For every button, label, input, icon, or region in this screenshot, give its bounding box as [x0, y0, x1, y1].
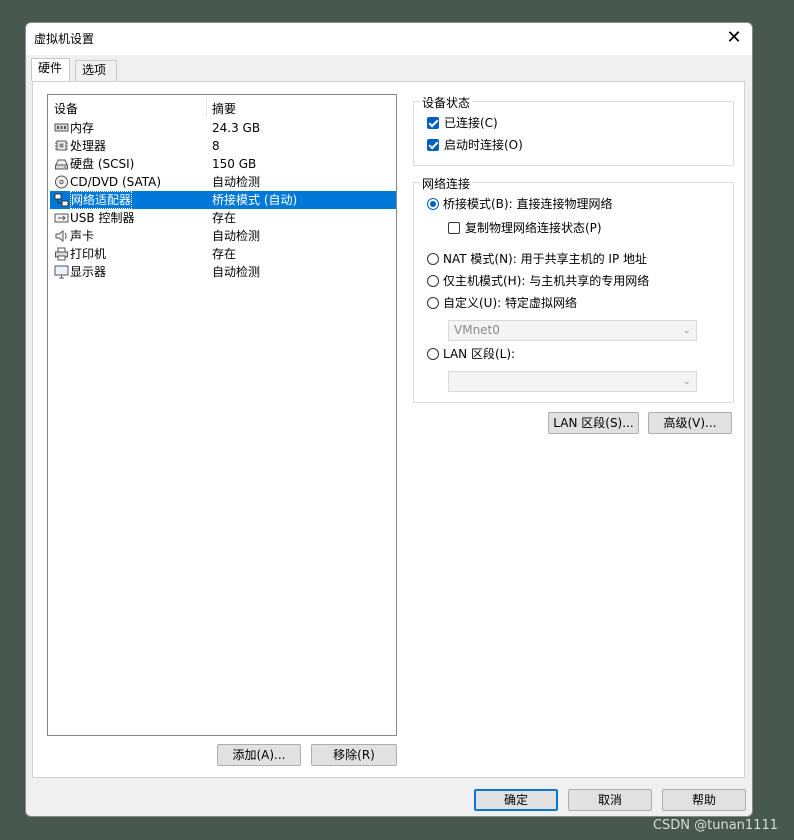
device-summary: 桥接模式 (自动) [212, 193, 298, 207]
vm-settings-dialog: 虚拟机设置 ✕ 硬件 选项 设备 摘要 内存 24.3 GB 处理器 8 硬盘 (SCS… [25, 22, 753, 817]
lan-segment-radio-dot [427, 348, 439, 360]
memory-icon [54, 121, 69, 135]
custom-network-value: VMnet0 [454, 323, 500, 337]
tab-hardware[interactable]: 硬件 [31, 58, 70, 81]
device-row[interactable]: 内存 24.3 GB [50, 119, 396, 137]
device-row[interactable]: 硬盘 (SCSI) 150 GB [50, 155, 396, 173]
device-list-header: 设备 摘要 [48, 95, 396, 117]
add-device-button[interactable]: 添加(A)... [217, 744, 301, 766]
speaker-icon [54, 229, 69, 243]
connect-on-power-label: 启动时连接(O) [444, 138, 523, 152]
custom-radio-dot [427, 297, 439, 309]
device-row[interactable]: 打印机 存在 [50, 245, 396, 263]
usb-icon [54, 211, 69, 225]
tab-options[interactable]: 选项 [75, 60, 117, 81]
chevron-down-icon: ⌄ [682, 376, 691, 387]
device-row[interactable]: 处理器 8 [50, 137, 396, 155]
lan-segment-select[interactable]: ⌄ [448, 371, 697, 392]
hardware-panel: 设备 摘要 内存 24.3 GB 处理器 8 硬盘 (SCSI) 150 GB CD/DVD… [32, 81, 745, 778]
title-bar: 虚拟机设置 ✕ [26, 23, 752, 55]
network-connection-group: 网络连接 桥接模式(B): 直接连接物理网络 复制物理网络连接状态(P) NAT… [413, 175, 734, 403]
device-name: 网络适配器 [70, 191, 133, 209]
connect-on-power-check-icon [427, 139, 439, 151]
window-title: 虚拟机设置 [34, 32, 95, 46]
bridged-label: 桥接模式(B): 直接连接物理网络 [443, 197, 613, 211]
device-summary: 存在 [212, 247, 237, 261]
cpu-icon [54, 139, 69, 153]
replicate-check-icon [448, 222, 460, 234]
network-connection-title: 网络连接 [420, 175, 473, 192]
ok-button[interactable]: 确定 [474, 789, 558, 811]
network-adapter-icon [54, 193, 69, 207]
connected-check-icon [427, 117, 439, 129]
close-icon[interactable]: ✕ [716, 23, 752, 55]
chevron-down-icon: ⌄ [682, 325, 691, 336]
device-name: CD/DVD (SATA) [70, 175, 162, 189]
device-name: 处理器 [70, 139, 107, 153]
device-list[interactable]: 设备 摘要 内存 24.3 GB 处理器 8 硬盘 (SCSI) 150 GB CD/DVD… [47, 94, 397, 736]
connected-label: 已连接(C) [444, 116, 498, 130]
help-button[interactable]: 帮助 [662, 789, 746, 811]
column-divider [206, 97, 207, 116]
device-name: 显示器 [70, 265, 107, 279]
device-name: 内存 [70, 121, 95, 135]
device-summary: 8 [212, 139, 220, 153]
lan-segment-label: LAN 区段(L): [443, 347, 516, 361]
lan-segments-button[interactable]: LAN 区段(S)... [548, 412, 639, 434]
device-row[interactable]: 显示器 自动检测 [50, 263, 396, 281]
cancel-button[interactable]: 取消 [568, 789, 652, 811]
host-only-label: 仅主机模式(H): 与主机共享的专用网络 [443, 274, 650, 288]
device-status-title: 设备状态 [420, 94, 473, 111]
device-name: 打印机 [70, 247, 107, 261]
replicate-label: 复制物理网络连接状态(P) [465, 221, 602, 235]
device-row[interactable]: 网络适配器 桥接模式 (自动) [50, 191, 396, 209]
device-row[interactable]: USB 控制器 存在 [50, 209, 396, 227]
advanced-button[interactable]: 高级(V)... [648, 412, 732, 434]
device-summary: 150 GB [212, 157, 257, 171]
hard-disk-icon [54, 157, 69, 171]
column-device[interactable]: 设备 [54, 100, 78, 117]
watermark: CSDN @tunan1111 [652, 818, 778, 833]
device-summary: 自动检测 [212, 265, 261, 279]
device-summary: 存在 [212, 211, 237, 225]
device-name: 声卡 [70, 229, 95, 243]
cd-dvd-icon [54, 175, 69, 189]
bridged-radio-dot [427, 198, 439, 210]
device-summary: 自动检测 [212, 229, 261, 243]
printer-icon [54, 247, 69, 261]
device-row[interactable]: CD/DVD (SATA) 自动检测 [50, 173, 396, 191]
monitor-icon [54, 265, 69, 279]
remove-device-button[interactable]: 移除(R) [311, 744, 397, 766]
device-summary: 自动检测 [212, 175, 261, 189]
column-summary[interactable]: 摘要 [212, 100, 236, 117]
device-summary: 24.3 GB [212, 121, 261, 135]
device-name: 硬盘 (SCSI) [70, 157, 135, 171]
custom-label: 自定义(U): 特定虚拟网络 [443, 296, 578, 310]
host-only-radio-dot [427, 275, 439, 287]
device-row[interactable]: 声卡 自动检测 [50, 227, 396, 245]
device-name: USB 控制器 [70, 211, 135, 225]
device-status-group: 设备状态 已连接(C) 启动时连接(O) [413, 94, 734, 166]
nat-radio-dot [427, 253, 439, 265]
custom-network-select[interactable]: VMnet0 ⌄ [448, 320, 697, 341]
nat-label: NAT 模式(N): 用于共享主机的 IP 地址 [443, 252, 648, 266]
